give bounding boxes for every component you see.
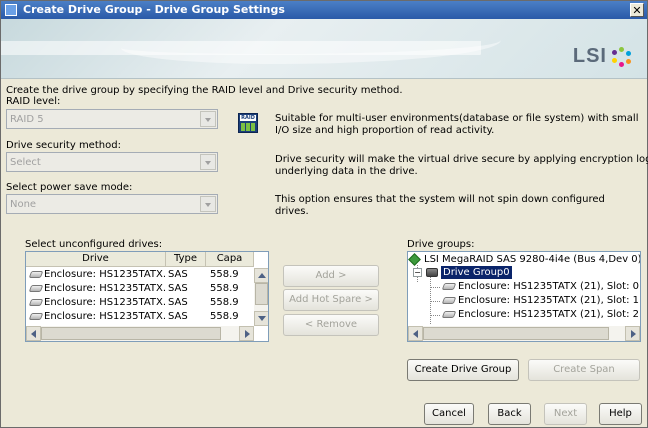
header-banner: LSI xyxy=(1,19,647,79)
security-method-value: Select xyxy=(10,157,41,168)
table-row[interactable]: Enclosure: HS1235TATX... SAS 558.9 xyxy=(26,268,254,281)
power-desc-line2: drives. xyxy=(275,206,309,217)
table-row[interactable]: Enclosure: HS1235TATX... SAS 558.9 xyxy=(26,296,254,309)
column-header-capacity[interactable]: Capa xyxy=(206,252,254,267)
raid-desc-line1: Suitable for multi-user environments(dat… xyxy=(275,113,639,124)
controller-icon xyxy=(408,253,421,266)
raid-level-value: RAID 5 xyxy=(10,114,44,125)
controller-label: LSI MegaRAID SAS 9280-4i4e (Bus 4,Dev 0) xyxy=(424,254,640,265)
unconfigured-drives-label: Select unconfigured drives: xyxy=(25,239,163,250)
capacity-cell: 558.9 xyxy=(210,269,239,280)
scroll-left-icon[interactable] xyxy=(408,326,423,341)
tree-item-drive[interactable]: Enclosure: HS1235TATX (21), Slot: 2: S xyxy=(408,308,641,321)
raid-level-select[interactable]: RAID 5 xyxy=(6,109,218,129)
tree-item-drive[interactable]: Enclosure: HS1235TATX (21), Slot: 0: S xyxy=(408,280,641,293)
power-save-value: None xyxy=(10,199,37,210)
drive-cell: Enclosure: HS1235TATX... xyxy=(44,311,166,322)
back-button[interactable]: Back xyxy=(488,403,531,425)
intro-text: Create the drive group by specifying the… xyxy=(6,85,403,96)
create-drive-group-window: Create Drive Group - Drive Group Setting… xyxy=(0,0,648,428)
capacity-cell: 558.9 xyxy=(210,283,239,294)
drive-groups-label: Drive groups: xyxy=(407,239,475,250)
tree-item-drive-group[interactable]: − Drive Group0 xyxy=(408,266,640,279)
hard-drive-icon xyxy=(28,313,44,320)
security-desc-line1: Drive security will make the virtual dri… xyxy=(275,154,648,165)
column-header-type[interactable]: Type xyxy=(166,252,206,267)
drive-label: Enclosure: HS1235TATX (21), Slot: 2: S xyxy=(458,309,641,320)
hard-drive-icon xyxy=(28,285,44,292)
help-button[interactable]: Help xyxy=(599,403,642,425)
security-desc-line2: underlying data in the drive. xyxy=(275,166,418,177)
scroll-right-icon[interactable] xyxy=(625,326,640,341)
horizontal-scrollbar[interactable] xyxy=(408,326,640,341)
security-method-select[interactable]: Select xyxy=(6,152,218,172)
capacity-cell: 558.9 xyxy=(210,297,239,308)
power-desc-line1: This option ensures that the system will… xyxy=(275,194,605,205)
remove-button[interactable]: < Remove xyxy=(283,314,379,336)
tree-item-controller[interactable]: LSI MegaRAID SAS 9280-4i4e (Bus 4,Dev 0) xyxy=(408,253,640,266)
power-save-label: Select power save mode: xyxy=(6,182,133,193)
raid-level-label: RAID level: xyxy=(6,96,61,107)
drive-cell: Enclosure: HS1235TATX... xyxy=(44,269,166,280)
unconfigured-drives-list[interactable]: Drive Type Capa Enclosure: HS1235TATX...… xyxy=(25,251,269,342)
chevron-down-icon[interactable] xyxy=(200,196,216,212)
title-bar[interactable]: Create Drive Group - Drive Group Setting… xyxy=(1,1,647,19)
drive-cell: Enclosure: HS1235TATX... xyxy=(44,283,166,294)
security-description: Drive security will make the virtual dri… xyxy=(275,154,648,178)
chevron-down-icon[interactable] xyxy=(200,154,216,170)
close-button[interactable]: ✕ xyxy=(630,3,644,17)
window-title: Create Drive Group - Drive Group Setting… xyxy=(23,3,285,16)
raid-level-icon: RAID 5 xyxy=(238,113,258,133)
type-cell: SAS xyxy=(168,311,188,322)
power-save-select[interactable]: None xyxy=(6,194,218,214)
raid-level-description: Suitable for multi-user environments(dat… xyxy=(275,113,638,137)
scroll-thumb[interactable] xyxy=(41,327,221,340)
type-cell: SAS xyxy=(168,283,188,294)
create-drive-group-button[interactable]: Create Drive Group xyxy=(407,359,519,381)
scroll-thumb[interactable] xyxy=(423,327,609,340)
drive-groups-tree[interactable]: LSI MegaRAID SAS 9280-4i4e (Bus 4,Dev 0)… xyxy=(407,251,641,342)
hard-drive-icon xyxy=(441,297,457,304)
drive-cell: Enclosure: HS1235TATX... xyxy=(44,297,166,308)
type-cell: SAS xyxy=(168,297,188,308)
column-header-drive[interactable]: Drive xyxy=(26,252,166,267)
scroll-right-icon[interactable] xyxy=(239,326,254,341)
lsi-logo-icon xyxy=(611,47,633,67)
security-method-label: Drive security method: xyxy=(6,140,121,151)
table-row[interactable]: Enclosure: HS1235TATX... SAS 558.9 xyxy=(26,282,254,295)
next-button[interactable]: Next xyxy=(544,403,587,425)
app-icon xyxy=(5,4,17,16)
lsi-logo: LSI xyxy=(572,45,607,67)
chevron-down-icon[interactable] xyxy=(200,111,216,127)
tree-item-drive[interactable]: Enclosure: HS1235TATX (21), Slot: 1: S xyxy=(408,294,641,307)
hard-drive-icon xyxy=(441,283,457,290)
create-span-button[interactable]: Create Span xyxy=(528,359,640,381)
type-cell: SAS xyxy=(168,269,188,280)
drive-label: Enclosure: HS1235TATX (21), Slot: 0: S xyxy=(458,281,641,292)
scroll-down-icon[interactable] xyxy=(254,311,268,326)
drive-group-icon xyxy=(426,268,438,277)
hard-drive-icon xyxy=(441,311,457,318)
scroll-up-icon[interactable] xyxy=(254,268,268,283)
add-hot-spare-button[interactable]: Add Hot Spare > xyxy=(283,289,379,311)
hard-drive-icon xyxy=(28,299,44,306)
collapse-icon[interactable]: − xyxy=(413,268,422,277)
raid-icon-label: RAID 5 xyxy=(240,115,256,127)
power-save-description: This option ensures that the system will… xyxy=(275,194,605,218)
vertical-scrollbar[interactable] xyxy=(254,268,268,326)
capacity-cell: 558.9 xyxy=(210,311,239,322)
table-row[interactable]: Enclosure: HS1235TATX... SAS 558.9 xyxy=(26,310,254,323)
add-button[interactable]: Add > xyxy=(283,265,379,287)
scroll-thumb[interactable] xyxy=(255,283,268,305)
drive-label: Enclosure: HS1235TATX (21), Slot: 1: S xyxy=(458,295,641,306)
raid-desc-line2: I/O size and high proportion of read act… xyxy=(275,125,495,136)
drive-group-label: Drive Group0 xyxy=(441,266,512,279)
scroll-left-icon[interactable] xyxy=(26,326,41,341)
horizontal-scrollbar[interactable] xyxy=(26,326,254,341)
cancel-button[interactable]: Cancel xyxy=(424,403,474,425)
hard-drive-icon xyxy=(28,271,44,278)
